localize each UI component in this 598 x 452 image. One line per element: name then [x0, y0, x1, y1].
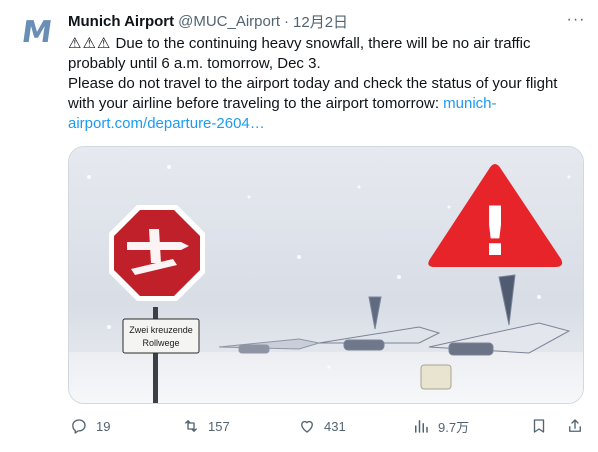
action-bar: 19 157 431 9.7万 — [60, 410, 590, 442]
reply-icon — [72, 419, 86, 434]
like-button[interactable]: 431 — [298, 410, 346, 442]
reply-count: 19 — [96, 418, 111, 434]
taxiway-sign: Zwei kreuzende Rollwege — [122, 318, 200, 354]
warning-exclamation: ! — [479, 193, 510, 272]
tweet-header: Munich Airport @MUC_Airport · 12月2日 — [68, 11, 558, 31]
view-count: 9.7万 — [438, 419, 470, 435]
tweet-card[interactable]: M Munich Airport @MUC_Airport · 12月2日 ··… — [0, 0, 598, 452]
warning-icon: ⚠ — [82, 35, 96, 52]
author-name[interactable]: Munich Airport — [68, 13, 174, 30]
snow-ground — [69, 352, 583, 403]
tweet-text: ⚠⚠⚠ Due to the continuing heavy snowfall… — [68, 34, 586, 134]
like-icon — [301, 420, 313, 433]
bookmark-button[interactable] — [530, 410, 556, 442]
like-count: 431 — [324, 418, 346, 434]
airport-sign — [109, 205, 205, 301]
retweet-count: 157 — [208, 418, 230, 434]
tweet-text-line-2: probably until 6 a.m. tomorrow, Dec 3. — [68, 55, 321, 72]
ground-object — [420, 364, 452, 390]
avatar[interactable]: M — [16, 12, 56, 52]
author-handle[interactable]: @MUC_Airport — [178, 13, 280, 30]
sign-text-line-2: Rollwege — [142, 338, 179, 348]
tweet-line-4: with your airline before traveling to th… — [68, 94, 586, 114]
share-button[interactable] — [566, 410, 592, 442]
views-icon — [415, 420, 428, 433]
more-icon[interactable]: ··· — [566, 10, 586, 30]
departure-link-cont[interactable]: airport.com/departure-2604… — [68, 114, 586, 134]
share-icon — [569, 419, 581, 432]
departure-link[interactable]: munich- — [443, 95, 496, 112]
warning-icon: ⚠ — [96, 35, 111, 52]
views-button[interactable]: 9.7万 — [412, 410, 469, 442]
avatar-logo: M — [19, 14, 53, 50]
warning-icon: ⚠ — [68, 35, 82, 52]
tweet-image[interactable]: Zwei kreuzende Rollwege ! — [68, 146, 584, 404]
snow-airport-photo: Zwei kreuzende Rollwege ! — [69, 147, 583, 403]
bookmark-icon — [533, 419, 545, 433]
retweet-icon — [185, 420, 197, 432]
sign-text-line-1: Zwei kreuzende — [129, 325, 193, 335]
reply-button[interactable]: 19 — [70, 410, 110, 442]
tweet-line-1: ⚠⚠⚠ Due to the continuing heavy snowfall… — [68, 34, 586, 54]
separator: · — [284, 12, 290, 30]
tweet-text-line-1: Due to the continuing heavy snowfall, th… — [115, 35, 531, 52]
tweet-date[interactable]: 12月2日 — [293, 11, 348, 32]
tweet-text-line-3: Please do not travel to the airport toda… — [68, 75, 558, 92]
tweet-text-line-4: with your airline before traveling to th… — [68, 95, 444, 112]
retweet-button[interactable]: 157 — [182, 410, 230, 442]
